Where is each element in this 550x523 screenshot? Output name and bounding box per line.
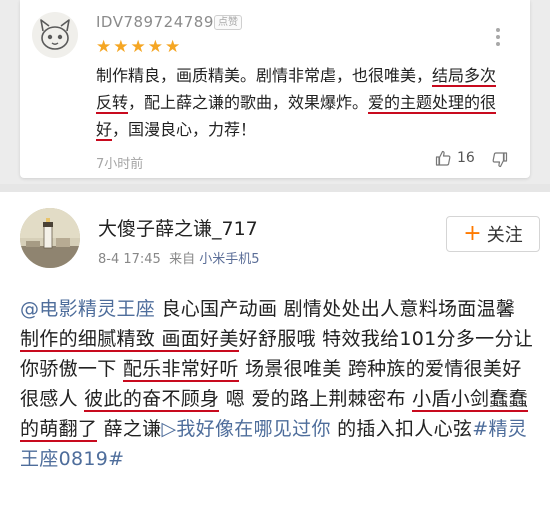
plus-icon: +: [463, 221, 482, 246]
post-body: @电影精灵王座 良心国产动画 剧情处处出人意料场面温馨 制作的细腻精致 画面好美…: [20, 294, 534, 474]
reviewer-username[interactable]: IDV789724789: [96, 12, 214, 32]
lighthouse-photo-icon: [20, 208, 80, 268]
review-time: 7小时前: [96, 157, 144, 172]
post-segment: 薛之谦: [97, 418, 162, 440]
post-segment: 的插入扣人心弦: [330, 418, 473, 440]
poster-username[interactable]: 大傻子薛之谦_717: [98, 214, 258, 241]
post-date: 8-4 17:45: [98, 252, 161, 267]
like-count: 16: [457, 150, 475, 166]
post-device[interactable]: 小米手机5: [199, 252, 259, 267]
post-from-label: 来自: [169, 252, 196, 267]
reviewer-avatar[interactable]: [32, 12, 78, 58]
star-icon: ★: [130, 37, 146, 57]
post-link[interactable]: ▷我好像在哪见过你: [161, 418, 330, 440]
section-divider: [0, 184, 550, 192]
dislike-button[interactable]: [492, 152, 508, 172]
post-highlight: 制作的细腻精致 画面好美: [20, 328, 239, 352]
post-highlight: 配乐非常好听: [122, 358, 239, 382]
star-icon: ★: [96, 37, 112, 57]
more-vertical-icon[interactable]: [496, 28, 500, 49]
post-link[interactable]: @电影精灵王座: [20, 298, 155, 320]
review-segment: ，配上薛之谦的歌曲，效果爆炸。: [128, 93, 369, 112]
star-rating: ★ ★ ★ ★ ★: [96, 38, 180, 56]
star-icon: ★: [113, 37, 129, 57]
poster-avatar[interactable]: [20, 208, 80, 268]
post-meta: 8-4 17:45 来自 小米手机5: [98, 248, 260, 267]
default-avatar-icon: [33, 13, 77, 57]
review-text: 制作精良，画质精美。剧情非常虐，也很唯美，结局多次反转，配上薛之谦的歌曲，效果爆…: [96, 62, 504, 143]
review-segment: ，国漫良心，力荐！: [112, 120, 257, 139]
review-segment: 制作精良，画质精美。剧情非常虐，也很唯美，: [96, 66, 433, 85]
follow-label: 关注: [486, 225, 523, 246]
thumbs-down-icon: [492, 152, 508, 168]
star-icon: ★: [165, 37, 181, 57]
thumbs-up-icon: [435, 150, 451, 166]
star-icon: ★: [147, 37, 163, 57]
post-highlight: 彼此的奋不顾身: [84, 388, 220, 412]
post-segment: 嗯 爱的路上荆棘密布: [219, 388, 413, 410]
follow-button[interactable]: + 关注: [446, 216, 540, 252]
like-button[interactable]: 16: [435, 150, 475, 166]
reviewer-badge: 点赞: [214, 15, 242, 30]
post-segment: 良心国产动画 剧情处处出人意料场面温馨: [155, 298, 516, 320]
